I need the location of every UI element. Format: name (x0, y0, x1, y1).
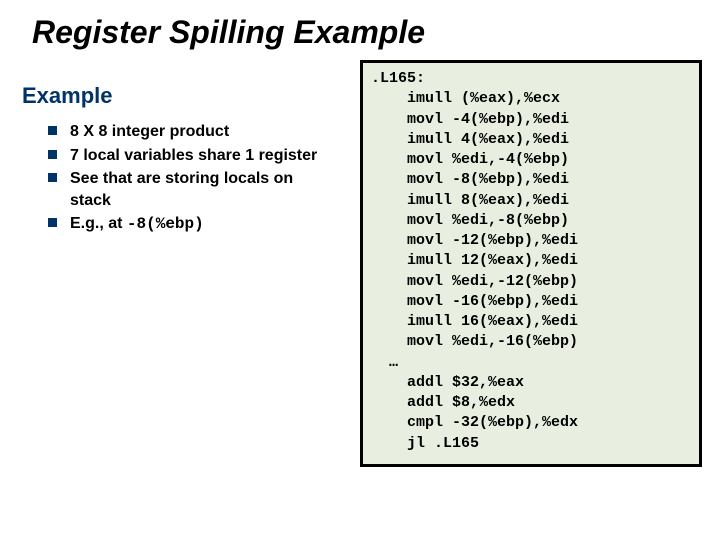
code-line: movl %edi,-12(%ebp) (407, 273, 578, 290)
bullet-list: 8 X 8 integer product 7 local variables … (0, 109, 330, 236)
bullet-text: See that are storing locals on stack (70, 170, 293, 209)
code-line: imull 4(%eax),%edi (407, 131, 569, 148)
code-line: imull 8(%eax),%edi (407, 192, 569, 209)
code-line: imull 12(%eax),%edi (407, 252, 578, 269)
list-item: E.g., at -8(%ebp) (48, 213, 330, 236)
assembly-code-block: .L165: imull (%eax),%ecx movl -4(%ebp),%… (360, 60, 702, 467)
bullet-text: 7 local variables share 1 register (70, 147, 317, 164)
code-line: imull (%eax),%ecx (407, 90, 560, 107)
list-item: 8 X 8 integer product (48, 121, 330, 143)
code-line: movl -4(%ebp),%edi (407, 111, 569, 128)
code-line: movl -8(%ebp),%edi (407, 171, 569, 188)
bullet-text: 8 X 8 integer product (70, 123, 229, 140)
list-item: See that are storing locals on stack (48, 168, 330, 211)
code-line: movl -12(%ebp),%edi (407, 232, 578, 249)
code-label: .L165: (371, 70, 425, 87)
code-line: movl %edi,-16(%ebp) (407, 333, 578, 350)
code-line: movl %edi,-8(%ebp) (407, 212, 569, 229)
code-line: cmpl -32(%ebp),%edx (407, 414, 578, 431)
code-line: movl -16(%ebp),%edi (407, 293, 578, 310)
code-line: addl $32,%eax (407, 374, 524, 391)
bullet-text-prefix: E.g., at (70, 215, 127, 232)
bullet-code: -8(%ebp) (127, 215, 204, 233)
code-line: imull 16(%eax),%edi (407, 313, 578, 330)
list-item: 7 local variables share 1 register (48, 145, 330, 167)
code-line: movl %edi,-4(%ebp) (407, 151, 569, 168)
code-ellipsis: … (389, 354, 398, 371)
code-line: jl .L165 (407, 435, 479, 452)
code-line: addl $8,%edx (407, 394, 515, 411)
page-title: Register Spilling Example (0, 0, 720, 51)
